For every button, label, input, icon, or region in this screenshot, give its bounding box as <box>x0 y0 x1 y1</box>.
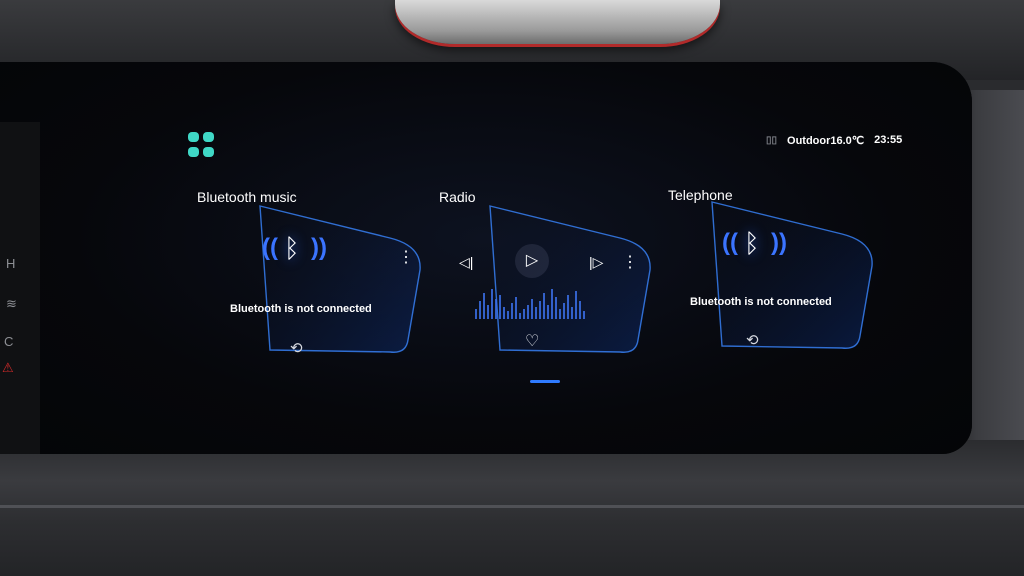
signal-wave-right: )) <box>771 229 787 256</box>
card-radio[interactable] <box>470 200 651 353</box>
page-indicator <box>530 380 560 383</box>
signal-wave-right: )) <box>311 234 327 261</box>
temp-cold-label: C <box>4 334 14 349</box>
instrument-edge <box>0 122 40 454</box>
card-bluetooth-music[interactable] <box>240 200 421 353</box>
bluetooth-icon: ᛒ <box>284 233 300 263</box>
outdoor-temperature: Outdoor16.0℃ <box>787 134 865 147</box>
reconnect-icon[interactable]: ⟲ <box>290 341 303 356</box>
infotainment-screen: H ≋ C ⚠ ▯▯ Outdoor16.0℃ 23:55 Bluetooth … <box>0 62 972 454</box>
temp-hot-label: H <box>6 256 16 271</box>
telephone-status: Bluetooth is not connected <box>690 296 832 308</box>
signal-icon: ▯▯ <box>766 134 778 146</box>
coolant-icon: ≋ <box>6 296 17 311</box>
apps-grid-icon[interactable] <box>188 132 214 158</box>
signal-wave-left: (( <box>722 229 738 256</box>
card-telephone[interactable] <box>692 196 873 349</box>
dashboard-lower <box>0 440 1024 576</box>
dashboard-trim <box>0 505 1024 508</box>
reconnect-icon[interactable]: ⟲ <box>746 333 759 348</box>
bluetooth-icon: ᛒ <box>744 228 760 258</box>
favorite-icon[interactable]: ♡ <box>525 334 539 350</box>
more-icon[interactable]: ⋮ <box>398 250 414 266</box>
card-outline <box>259 205 421 353</box>
radio-spectrum <box>475 285 585 319</box>
status-bar: ▯▯ Outdoor16.0℃ 23:55 <box>766 132 902 148</box>
signal-wave-left: (( <box>262 234 278 261</box>
next-icon[interactable]: |▷ <box>589 255 603 269</box>
bluetooth-status: Bluetooth is not connected <box>230 303 372 315</box>
play-icon[interactable]: ▷ <box>515 244 549 278</box>
clock: 23:55 <box>874 134 903 146</box>
dashboard-speaker <box>395 0 720 44</box>
previous-icon[interactable]: ◁| <box>459 255 473 269</box>
card-outline <box>489 205 651 353</box>
card-outline <box>711 201 873 349</box>
oil-warning-icon: ⚠ <box>2 360 14 375</box>
more-icon[interactable]: ⋮ <box>622 255 638 271</box>
